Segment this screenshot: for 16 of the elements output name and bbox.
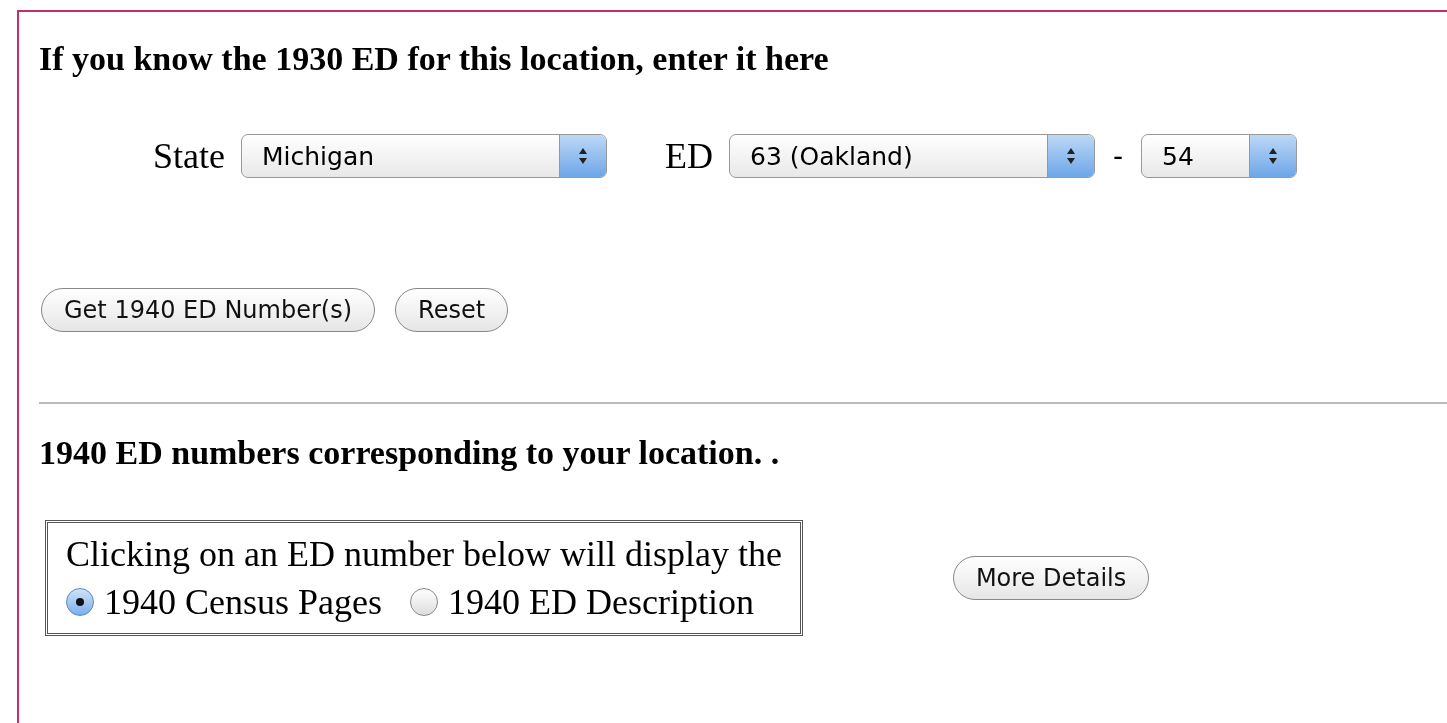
get-numbers-button[interactable]: Get 1940 ED Number(s) — [41, 288, 376, 332]
radio-option[interactable]: 1940 Census Pages — [66, 581, 382, 623]
radio-button[interactable] — [410, 588, 438, 616]
radio-button[interactable] — [66, 588, 94, 616]
more-details-button[interactable]: More Details — [952, 556, 1150, 600]
sub-select[interactable]: 54 — [1141, 134, 1298, 178]
ed-select[interactable]: 63 (Oakland) — [729, 134, 1095, 178]
reset-button[interactable]: Reset — [395, 288, 509, 332]
form-heading: If you know the 1930 ED for this location, enter it here — [39, 40, 830, 78]
ed-label: ED — [665, 135, 713, 177]
state-label: State — [153, 135, 225, 177]
radio-option[interactable]: 1940 ED Description — [410, 581, 754, 623]
separator: - — [1113, 139, 1124, 173]
display-instruction: Clicking on an ED number below will display the — [66, 533, 782, 575]
results-heading: 1940 ED numbers corresponding to your location. . — [39, 434, 781, 472]
state-select[interactable]: Michigan — [241, 134, 607, 178]
